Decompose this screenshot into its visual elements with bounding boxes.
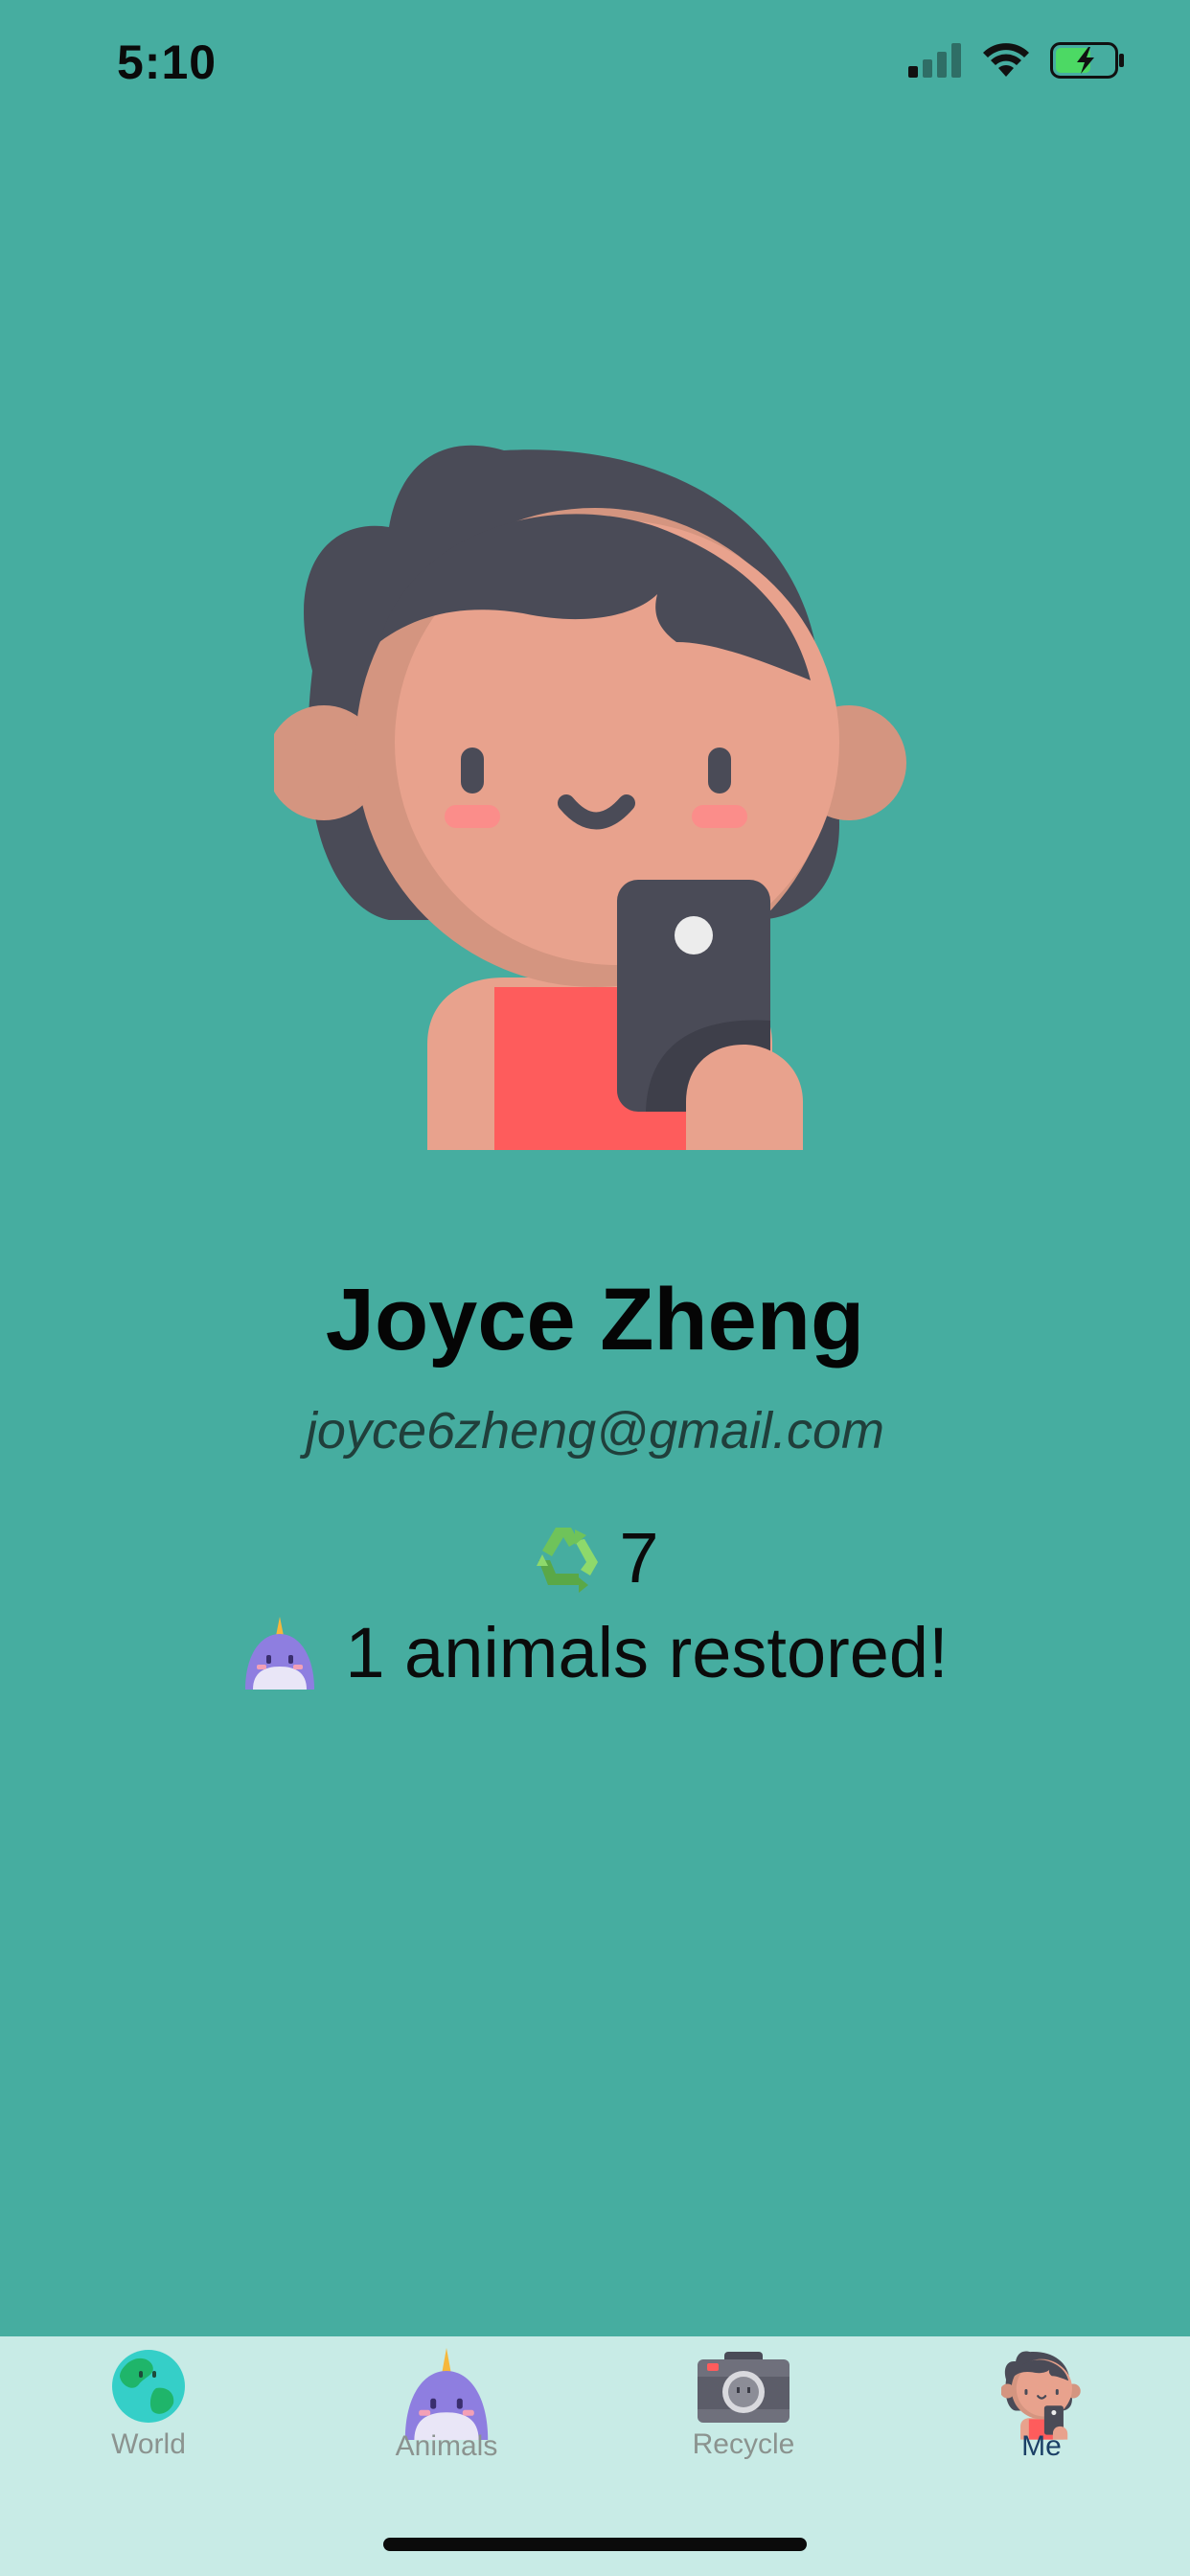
home-indicator[interactable]: [383, 2538, 807, 2551]
animals-restored-text: 1 animals restored!: [345, 1613, 949, 1692]
animals-stat: 1 animals restored!: [0, 1612, 1190, 1693]
globe-icon: [112, 2350, 185, 2423]
recycle-count: 7: [619, 1518, 659, 1598]
tab-me[interactable]: Me: [946, 2348, 1137, 2520]
profile-email: joyce6zheng@gmail.com: [305, 1402, 885, 1460]
recycle-stat: 7: [0, 1517, 1190, 1598]
tab-bar: World Animals Recycle Me: [0, 2336, 1190, 2576]
status-icons: [908, 42, 1127, 79]
profile-name: Joyce Zheng: [325, 1271, 865, 1368]
status-bar: 5:10: [0, 0, 1190, 129]
tab-animals[interactable]: Animals: [351, 2348, 542, 2520]
tab-label-world: World: [111, 2428, 186, 2460]
tab-recycle[interactable]: Recycle: [648, 2348, 839, 2520]
narwhal-icon: [404, 2348, 489, 2440]
recycle-icon: [537, 1527, 599, 1593]
status-time: 5:10: [117, 35, 217, 89]
avatar-icon: [1001, 2351, 1081, 2440]
camera-icon: [698, 2352, 790, 2423]
tab-label-recycle: Recycle: [692, 2428, 795, 2460]
tab-label-animals: Animals: [395, 2430, 498, 2462]
profile-avatar: [274, 445, 906, 1150]
battery-charging-icon: [1050, 42, 1124, 79]
wifi-icon: [983, 43, 1029, 77]
tab-world[interactable]: World: [53, 2348, 244, 2520]
narwhal-icon: [245, 1616, 315, 1690]
cellular-signal-icon: [908, 43, 961, 78]
tab-label-me: Me: [1021, 2430, 1062, 2462]
